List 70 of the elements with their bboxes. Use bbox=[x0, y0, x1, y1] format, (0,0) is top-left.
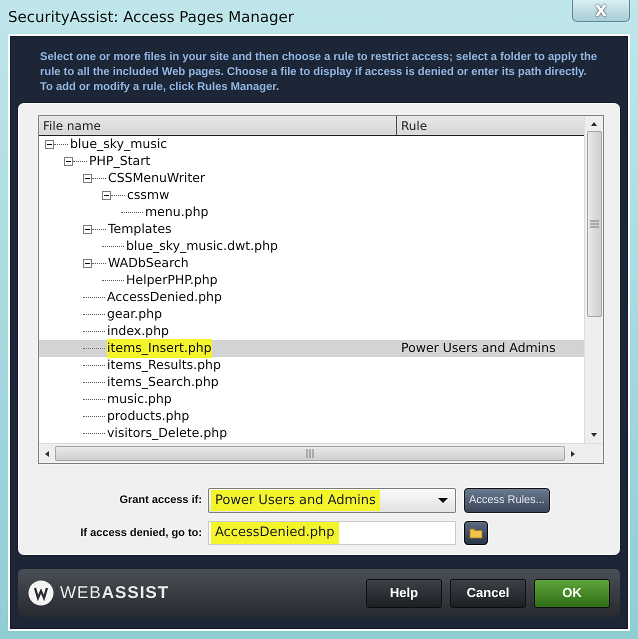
tree-row[interactable]: music.php bbox=[39, 391, 584, 408]
tree-row[interactable]: HelperPHP.php bbox=[39, 272, 584, 289]
logo-icon bbox=[28, 580, 54, 606]
file-name: AccessDenied.php bbox=[107, 288, 222, 306]
tree-row[interactable]: visitors_Delete.php bbox=[39, 425, 584, 442]
rule-text: Power Users and Admins bbox=[400, 339, 556, 358]
footer-button[interactable]: Help bbox=[366, 578, 442, 608]
caret-icon bbox=[437, 497, 449, 504]
file-name: items_Results.php bbox=[107, 356, 221, 374]
file-name: music.php bbox=[107, 390, 172, 408]
collapse-icon[interactable] bbox=[64, 157, 73, 166]
tree-row[interactable]: cssmw bbox=[39, 187, 584, 204]
rule-dropdown[interactable]: Power Users and Admins bbox=[208, 488, 456, 513]
field-label: If access denied, go to: bbox=[79, 526, 203, 541]
horizontal-scrollbar[interactable] bbox=[39, 443, 603, 463]
tree-row[interactable]: blue_sky_music.dwt.php bbox=[39, 238, 584, 255]
access-rules-button[interactable]: Access Rules... bbox=[464, 488, 550, 513]
instructions-text: Select one or more files in your site and then choose a rule to restrict access; select a folder to apply the rule to all the included Web pages. Choose a file to display if access is denied or enter its path directly. To add or modify a rule, click Rules Manager. bbox=[39, 50, 598, 95]
column-header[interactable]: File name bbox=[39, 116, 397, 135]
file-name: visitors_Delete.php bbox=[107, 424, 228, 442]
collapse-icon[interactable] bbox=[45, 140, 54, 149]
file-name: cssmw bbox=[127, 186, 170, 204]
window-title: SecurityAssist: Access Pages Manager bbox=[8, 7, 294, 28]
tree-row[interactable]: products.php bbox=[39, 408, 584, 425]
column-header[interactable]: Rule bbox=[397, 116, 432, 135]
tree-row[interactable]: PHP_Start bbox=[39, 153, 584, 170]
grip-icon bbox=[590, 220, 598, 228]
file-name: Templates bbox=[108, 220, 172, 238]
file-name: WADbSearch bbox=[108, 254, 189, 272]
tree-row[interactable]: blue_sky_music bbox=[39, 136, 584, 153]
vertical-scrollbar[interactable] bbox=[584, 116, 603, 443]
file-name: menu.php bbox=[145, 203, 208, 222]
logo-text: WEBASSIST bbox=[60, 582, 170, 604]
scroll-right-icon[interactable] bbox=[569, 448, 577, 458]
browse-button[interactable] bbox=[464, 521, 488, 545]
file-name: CSSMenuWriter bbox=[108, 169, 206, 188]
file-name: products.php bbox=[107, 407, 190, 426]
scroll-up-icon[interactable] bbox=[589, 120, 599, 128]
folder-icon bbox=[469, 527, 483, 539]
tree-row[interactable]: CSSMenuWriter bbox=[39, 170, 584, 187]
denied-page-field[interactable]: AccessDenied.php bbox=[208, 521, 456, 545]
tree-row[interactable]: AccessDenied.php bbox=[39, 289, 584, 306]
file-name: index.php bbox=[107, 322, 169, 340]
file-name: blue_sky_music bbox=[70, 135, 168, 154]
footer-button[interactable]: Cancel bbox=[450, 578, 526, 608]
scroll-down-icon[interactable] bbox=[589, 431, 599, 439]
file-name: gear.php bbox=[107, 305, 162, 324]
tree-row[interactable]: menu.php bbox=[39, 204, 584, 221]
file-name: items_Insert.php bbox=[107, 339, 212, 358]
tree-row[interactable]: items_Search.php bbox=[39, 374, 584, 391]
tree-row[interactable]: gear.php bbox=[39, 306, 584, 323]
collapse-icon[interactable] bbox=[83, 225, 92, 234]
grip-icon bbox=[305, 449, 315, 458]
ok-button[interactable]: OK bbox=[534, 578, 610, 608]
scroll-left-icon[interactable] bbox=[43, 448, 51, 458]
collapse-icon[interactable] bbox=[102, 191, 111, 200]
tree-row[interactable]: Templates bbox=[39, 221, 584, 238]
file-name: blue_sky_music.dwt.php bbox=[126, 237, 278, 256]
tree-row[interactable]: index.php bbox=[39, 323, 584, 340]
tree-row[interactable]: items_Results.php bbox=[39, 357, 584, 374]
field-value: AccessDenied.php bbox=[211, 522, 338, 544]
tree-row[interactable]: WADbSearch bbox=[39, 255, 584, 272]
tree-row[interactable]: items_Insert.php Power Users and Admins bbox=[39, 340, 584, 357]
collapse-icon[interactable] bbox=[83, 259, 92, 268]
file-name: items_Search.php bbox=[107, 373, 219, 392]
field-label: Grant access if: bbox=[118, 493, 203, 508]
file-name: PHP_Start bbox=[89, 152, 150, 170]
dropdown-value: Power Users and Admins bbox=[211, 490, 380, 512]
collapse-icon[interactable] bbox=[83, 174, 92, 183]
file-name: HelperPHP.php bbox=[126, 271, 218, 290]
